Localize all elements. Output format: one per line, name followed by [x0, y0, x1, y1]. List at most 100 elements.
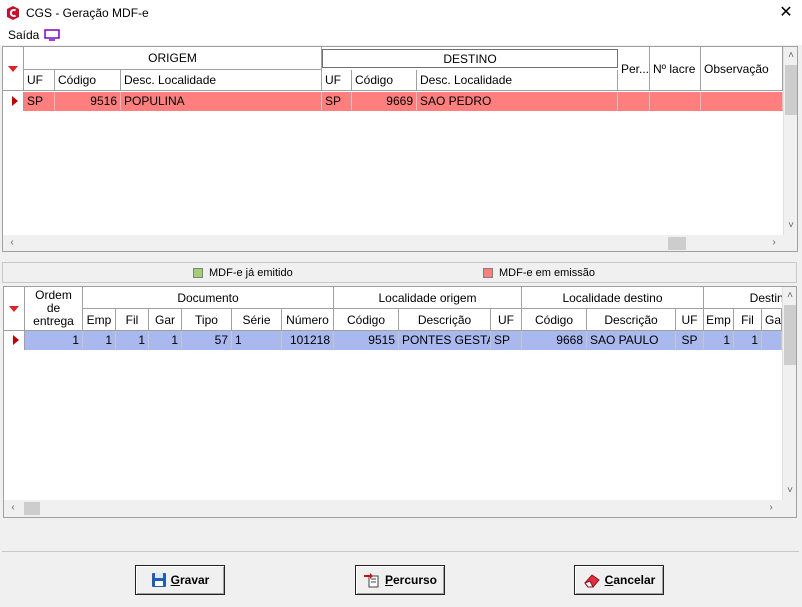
header-emp[interactable]: Emp [83, 309, 116, 331]
gravar-label: ravar [179, 573, 210, 587]
header-codigo-destino[interactable]: Código [522, 309, 587, 331]
button-bar: Gravar Percurso Cancelar [2, 551, 799, 605]
scroll-down-icon[interactable]: ˅ [783, 484, 796, 498]
percurso-accel: P [384, 573, 393, 587]
scroll-down-icon[interactable]: ˅ [784, 219, 797, 233]
header-numero[interactable]: Número [282, 309, 334, 331]
vertical-scrollbar[interactable]: ˄ ˅ [783, 47, 797, 235]
cell-tipo[interactable]: 57 [182, 331, 232, 349]
header-observacao[interactable]: Observação [701, 47, 783, 91]
cell-uf-destino[interactable]: SP [322, 92, 352, 110]
legend-label-emissao: MDF-e em emissão [499, 267, 595, 279]
cell-observacao[interactable] [701, 92, 783, 110]
cell-desc-destino[interactable]: SAO PEDRO [417, 92, 618, 110]
cell-descricao-origem[interactable]: PONTES GESTAL [399, 331, 491, 349]
cell-codigo-destino[interactable]: 9668 [522, 331, 587, 349]
header-desc-origem[interactable]: Desc. Localidade [121, 70, 322, 91]
cell-codigo-destino[interactable]: 9669 [352, 92, 417, 110]
documents-grid: Ordem de entrega Documento Localidade or… [3, 286, 797, 518]
scroll-thumb[interactable] [784, 305, 796, 365]
header-gar[interactable]: Gar [149, 309, 182, 331]
cell-gar[interactable]: 1 [149, 331, 182, 349]
cell-per[interactable] [618, 92, 650, 110]
close-button[interactable]: ✕ [772, 2, 800, 24]
scroll-thumb[interactable] [24, 502, 40, 515]
cell-emp[interactable]: 1 [83, 331, 116, 349]
header-lacre[interactable]: Nº lacre [650, 47, 701, 91]
monitor-icon[interactable] [44, 29, 60, 41]
eraser-icon [583, 574, 600, 588]
header-codigo-destino[interactable]: Código [352, 70, 417, 91]
header-localidade-destino: Localidade destino [522, 287, 704, 309]
header-desc-destino[interactable]: Desc. Localidade [417, 70, 618, 91]
cell-uf-destino[interactable]: SP [676, 331, 704, 349]
window-title: CGS - Geração MDF-e [26, 6, 149, 20]
header-origem: ORIGEM [24, 47, 322, 70]
cell-emp-destino[interactable]: 1 [704, 331, 734, 349]
gravar-button[interactable]: Gravar [135, 565, 225, 595]
cell-descricao-destino[interactable]: SAO PAULO [587, 331, 676, 349]
cell-ordem[interactable]: 1 [25, 331, 83, 349]
table-row[interactable]: 1 1 1 1 57 1 101218 9515 PONTES GESTAL S… [4, 331, 782, 350]
cell-serie[interactable]: 1 [232, 331, 282, 349]
header-uf-origem[interactable]: UF [24, 70, 55, 91]
cancelar-accel: C [604, 573, 614, 587]
scroll-up-icon[interactable]: ˄ [783, 289, 796, 303]
header-descricao-destino[interactable]: Descrição [587, 309, 676, 331]
percurso-label: ercurso [392, 573, 438, 587]
vertical-scrollbar[interactable]: ˄ ˅ [782, 287, 796, 500]
cancelar-button[interactable]: Cancelar [574, 565, 664, 595]
cell-lacre[interactable] [650, 92, 701, 110]
scroll-left-icon[interactable]: ‹ [6, 501, 20, 515]
route-icon [363, 573, 379, 588]
cell-gar-destino[interactable] [762, 331, 782, 349]
header-uf-destino[interactable]: UF [676, 309, 704, 331]
sort-indicator-icon [8, 66, 18, 72]
menu-item-saida[interactable]: Saída [8, 28, 39, 42]
header-descricao-origem[interactable]: Descrição [399, 309, 491, 331]
header-destino: DESTINO [322, 49, 618, 68]
header-fil[interactable]: Fil [116, 309, 149, 331]
cell-fil[interactable]: 1 [116, 331, 149, 349]
legend-swatch-emissao [483, 268, 493, 278]
scroll-left-icon[interactable]: ‹ [5, 236, 19, 250]
header-serie[interactable]: Série [232, 309, 282, 331]
horizontal-scrollbar[interactable]: ‹ › [3, 235, 797, 251]
cell-desc-origem[interactable]: POPULINA [121, 92, 322, 110]
header-ordem-entrega[interactable]: Ordem de entrega [25, 287, 83, 331]
row-indicator [3, 92, 24, 111]
header-codigo-origem[interactable]: Código [334, 309, 399, 331]
header-uf-origem[interactable]: UF [491, 309, 522, 331]
header-fil-destino[interactable]: Fil [734, 309, 762, 331]
cell-numero[interactable]: 101218 [282, 331, 334, 349]
header-per[interactable]: Per... [618, 47, 650, 91]
current-row-icon [13, 335, 19, 345]
cell-fil-destino[interactable]: 1 [734, 331, 762, 349]
grid-indicator-header [3, 47, 24, 91]
header-tipo[interactable]: Tipo [182, 309, 232, 331]
legend: MDF-e já emitido MDF-e em emissão [2, 262, 797, 283]
scroll-thumb[interactable] [785, 65, 797, 115]
cell-uf-origem[interactable]: SP [491, 331, 522, 349]
scroll-up-icon[interactable]: ˄ [784, 49, 797, 63]
header-documento: Documento [83, 287, 334, 309]
header-gar-destino[interactable]: Ga [762, 309, 782, 331]
row-indicator [4, 331, 25, 350]
header-codigo-origem[interactable]: Código [55, 70, 121, 91]
scroll-right-icon[interactable]: › [767, 236, 781, 250]
route-grid: ORIGEM DESTINO Per... Nº lacre Observaçã… [2, 46, 798, 252]
sort-indicator-icon [9, 306, 19, 312]
percurso-button[interactable]: Percurso [355, 565, 445, 595]
cell-uf-origem[interactable]: SP [24, 92, 55, 110]
cell-codigo-origem[interactable]: 9515 [334, 331, 399, 349]
gravar-accel: G [170, 573, 180, 587]
scroll-right-icon[interactable]: › [764, 501, 778, 515]
cell-codigo-origem[interactable]: 9516 [55, 92, 121, 110]
header-emp-destino[interactable]: Emp [704, 309, 734, 331]
cancelar-label: ancelar [613, 573, 656, 587]
horizontal-scrollbar[interactable]: ‹ › [4, 500, 796, 517]
table-row[interactable]: SP 9516 POPULINA SP 9669 SAO PEDRO [3, 92, 783, 111]
legend-label-emitido: MDF-e já emitido [209, 267, 293, 279]
scroll-thumb[interactable] [668, 237, 686, 250]
header-uf-destino[interactable]: UF [322, 70, 352, 91]
